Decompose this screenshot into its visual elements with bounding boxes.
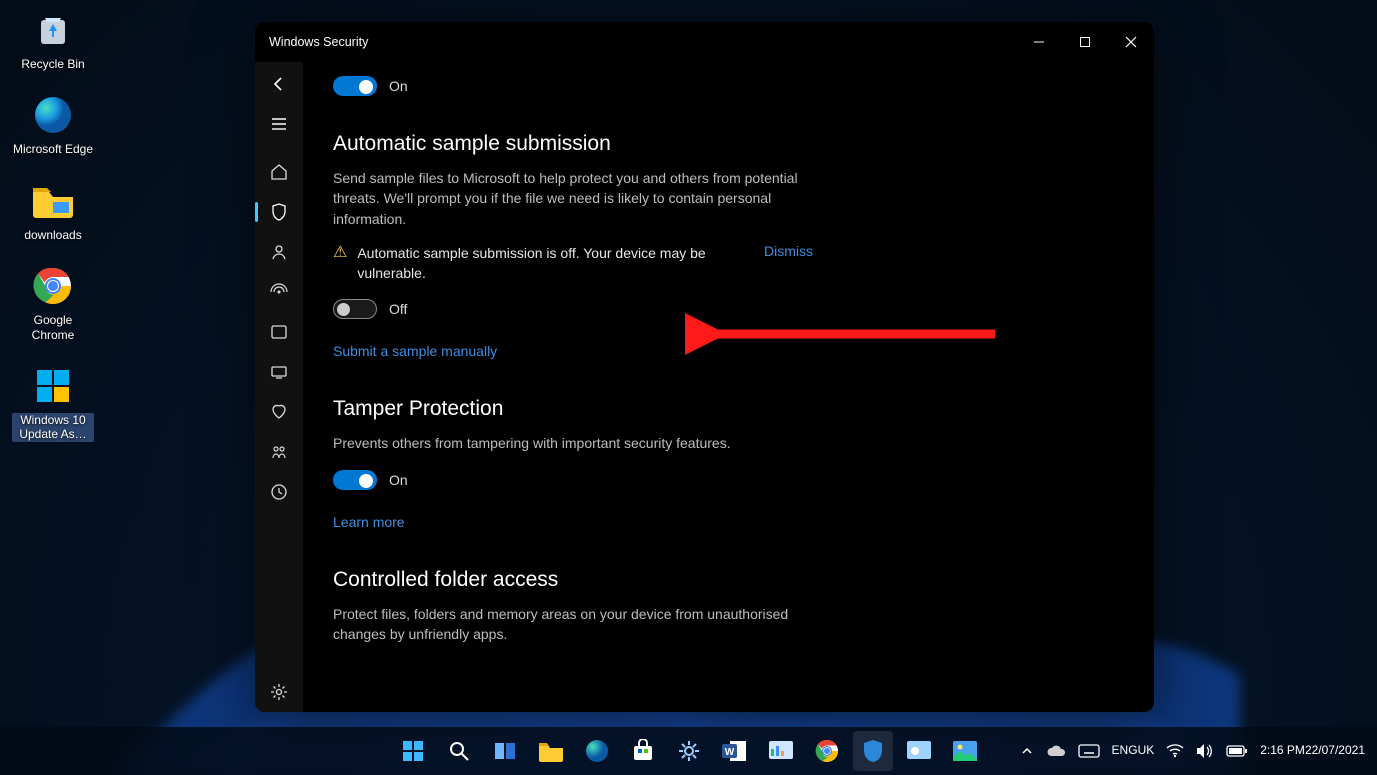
svg-text:W: W [724, 747, 734, 758]
settings-content[interactable]: On Automatic sample submission Send samp… [303, 62, 1154, 712]
desktop-icon-label: downloads [24, 228, 81, 242]
taskbar-explorer[interactable] [531, 731, 571, 771]
taskbar-edge[interactable] [577, 731, 617, 771]
nav-virus-protection[interactable] [255, 192, 303, 232]
tray-battery-icon[interactable] [1226, 745, 1248, 757]
taskbar-chrome[interactable] [807, 731, 847, 771]
warning-text: Automatic sample submission is off. Your… [357, 243, 754, 284]
taskbar: W ENGUK 2:16 PM22/07/2021 [0, 727, 1377, 775]
section-title-auto-sample: Automatic sample submission [333, 132, 1124, 156]
warning-icon: ⚠ [333, 243, 347, 284]
window-titlebar[interactable]: Windows Security [255, 22, 1154, 62]
desktop-icon-chrome[interactable]: Google Chrome [8, 262, 98, 342]
taskbar-word[interactable]: W [715, 731, 755, 771]
nav-home[interactable] [255, 152, 303, 192]
edge-icon [29, 91, 77, 139]
tray-chevron-icon[interactable] [1020, 744, 1034, 758]
maximize-button[interactable] [1062, 22, 1108, 62]
taskbar-center: W [393, 731, 985, 771]
desktop-icon-label: Microsoft Edge [13, 142, 93, 156]
desktop-icon-update-assistant[interactable]: Windows 10 Update As… [8, 362, 98, 442]
submit-sample-link[interactable]: Submit a sample manually [333, 343, 497, 359]
taskbar-right: ENGUK 2:16 PM22/07/2021 [1020, 743, 1377, 759]
tray-language[interactable]: ENGUK [1112, 744, 1155, 757]
nav-settings[interactable] [255, 672, 303, 712]
taskbar-photos[interactable] [945, 731, 985, 771]
windows-update-icon [29, 362, 77, 410]
tray-keyboard-icon[interactable] [1078, 744, 1100, 758]
chrome-icon [29, 262, 77, 310]
desktop-icon-label: Google Chrome [12, 313, 94, 342]
tray-volume-icon[interactable] [1196, 743, 1214, 759]
task-view-button[interactable] [485, 731, 525, 771]
back-button[interactable] [255, 64, 303, 104]
taskbar-settings[interactable] [669, 731, 709, 771]
dismiss-link[interactable]: Dismiss [764, 243, 813, 284]
section-title-cfa: Controlled folder access [333, 568, 1124, 592]
top-toggle-row: On [333, 76, 1124, 96]
nav-firewall[interactable] [255, 272, 303, 312]
tray-wifi-icon[interactable] [1166, 744, 1184, 758]
start-button[interactable] [393, 731, 433, 771]
auto-sample-toggle-row: Off [333, 299, 1124, 319]
toggle-switch[interactable] [333, 470, 377, 490]
folder-icon [29, 177, 77, 225]
nav-device-performance[interactable] [255, 392, 303, 432]
learn-more-link[interactable]: Learn more [333, 514, 405, 530]
taskbar-app1[interactable] [761, 731, 801, 771]
nav-account-protection[interactable] [255, 232, 303, 272]
section-desc: Prevents others from tampering with impo… [333, 433, 813, 453]
desktop-icon-label: Windows 10 Update As… [12, 413, 94, 442]
recycle-bin-icon [29, 6, 77, 54]
toggle-label: On [389, 78, 408, 94]
windows-security-window: Windows Security On [255, 22, 1154, 712]
menu-button[interactable] [255, 104, 303, 144]
taskbar-security[interactable] [853, 731, 893, 771]
window-title: Windows Security [269, 35, 368, 49]
toggle-switch[interactable] [333, 76, 377, 96]
nav-family-options[interactable] [255, 432, 303, 472]
tray-clock[interactable]: 2:16 PM22/07/2021 [1260, 744, 1365, 758]
nav-device-security[interactable] [255, 352, 303, 392]
close-button[interactable] [1108, 22, 1154, 62]
desktop-icons: Recycle Bin Microsoft Edge downloads Goo… [8, 6, 98, 462]
desktop-icon-label: Recycle Bin [21, 57, 84, 71]
toggle-switch[interactable] [333, 299, 377, 319]
desktop-icon-recycle-bin[interactable]: Recycle Bin [8, 6, 98, 71]
nav-app-browser[interactable] [255, 312, 303, 352]
nav-protection-history[interactable] [255, 472, 303, 512]
minimize-button[interactable] [1016, 22, 1062, 62]
tamper-toggle-row: On [333, 470, 1124, 490]
desktop-icon-edge[interactable]: Microsoft Edge [8, 91, 98, 156]
section-desc: Send sample files to Microsoft to help p… [333, 168, 813, 229]
toggle-label: On [389, 472, 408, 488]
taskbar-store[interactable] [623, 731, 663, 771]
search-button[interactable] [439, 731, 479, 771]
section-title-tamper: Tamper Protection [333, 397, 1124, 421]
section-desc: Protect files, folders and memory areas … [333, 604, 813, 645]
desktop-icon-downloads[interactable]: downloads [8, 177, 98, 242]
toggle-label: Off [389, 301, 407, 317]
tray-onedrive-icon[interactable] [1046, 744, 1066, 758]
nav-rail [255, 62, 303, 712]
taskbar-app2[interactable] [899, 731, 939, 771]
warning-banner: ⚠ Automatic sample submission is off. Yo… [333, 243, 813, 284]
